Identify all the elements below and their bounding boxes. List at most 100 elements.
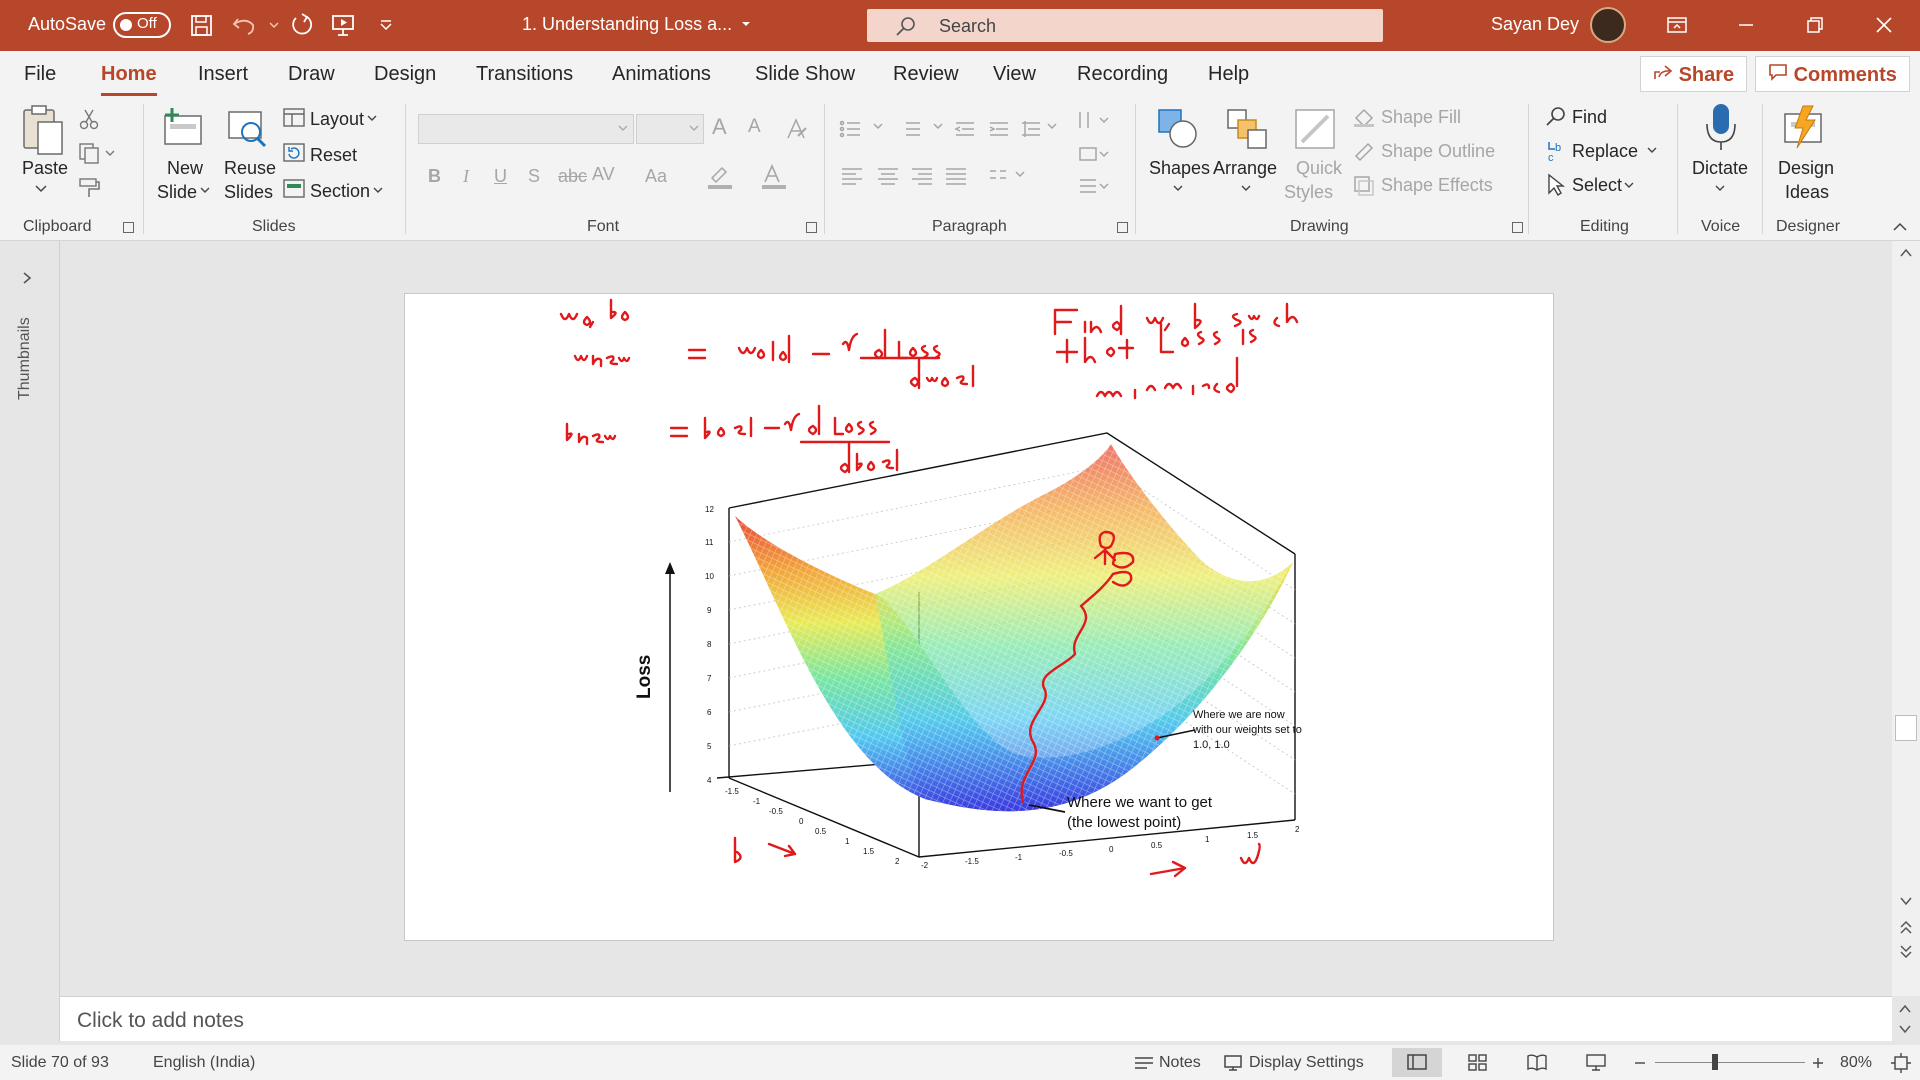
chevron-down-icon[interactable]: [34, 184, 48, 194]
font-color-icon[interactable]: [760, 164, 790, 190]
normal-view-icon[interactable]: [1406, 1053, 1428, 1071]
save-icon[interactable]: [183, 7, 219, 43]
reset-label[interactable]: Reset: [310, 145, 357, 166]
font-name-box[interactable]: [418, 114, 634, 144]
redo-icon[interactable]: [282, 7, 318, 43]
zoom-slider-track[interactable]: [1655, 1062, 1805, 1063]
find-label[interactable]: Find: [1572, 107, 1607, 128]
ribbon-display-options-icon[interactable]: [1659, 7, 1695, 43]
search-box[interactable]: Search: [867, 9, 1383, 42]
tab-review[interactable]: Review: [893, 63, 959, 86]
quick-styles-label-1[interactable]: Quick: [1296, 158, 1342, 179]
restore-icon[interactable]: [1797, 7, 1833, 43]
slide-canvas[interactable]: Loss 12 11 10 9 8 7 6 5 4 -2 -1.5 -1 -0.…: [404, 293, 1554, 941]
italic-button[interactable]: I: [463, 166, 469, 187]
undo-icon[interactable]: [226, 7, 262, 43]
design-ideas-icon[interactable]: [1781, 104, 1829, 152]
scroll-up-icon[interactable]: [1899, 247, 1913, 259]
avatar[interactable]: [1590, 7, 1626, 43]
notes-placeholder[interactable]: Click to add notes: [77, 1009, 244, 1033]
shapes-label[interactable]: Shapes: [1149, 158, 1210, 179]
layout-label[interactable]: Layout: [310, 109, 364, 130]
shrink-font-button[interactable]: A: [748, 116, 761, 138]
change-case-button[interactable]: Aa: [645, 166, 667, 187]
select-label[interactable]: Select: [1572, 175, 1622, 196]
shape-fill-icon[interactable]: [1352, 106, 1376, 128]
reuse-slides-label-2[interactable]: Slides: [224, 182, 273, 203]
shape-outline-icon[interactable]: [1352, 140, 1376, 162]
microphone-icon[interactable]: [1701, 102, 1741, 154]
tab-slide-show[interactable]: Slide Show: [755, 63, 855, 86]
slide-sorter-icon[interactable]: [1467, 1053, 1489, 1071]
shape-effects-label[interactable]: Shape Effects: [1381, 175, 1493, 196]
dictate-label[interactable]: Dictate: [1692, 158, 1748, 179]
replace-icon[interactable]: bc: [1545, 139, 1569, 163]
notes-pane[interactable]: Click to add notes: [60, 996, 1911, 1041]
display-settings-button[interactable]: Display Settings: [1249, 1054, 1364, 1072]
arrange-icon[interactable]: [1224, 106, 1270, 152]
customize-toolbar-icon[interactable]: [368, 7, 404, 43]
minimize-icon[interactable]: [1728, 7, 1764, 43]
tab-animations[interactable]: Animations: [612, 63, 711, 86]
tab-insert[interactable]: Insert: [198, 63, 248, 86]
document-title[interactable]: 1. Understanding Loss a...: [522, 14, 732, 35]
replace-label[interactable]: Replace: [1572, 141, 1638, 162]
title-dropdown-icon[interactable]: [728, 8, 764, 44]
quick-styles-icon[interactable]: [1292, 106, 1338, 152]
arrange-label[interactable]: Arrange: [1213, 158, 1277, 179]
drawing-launcher[interactable]: [1512, 222, 1523, 233]
shadow-button[interactable]: S: [528, 166, 540, 187]
clear-formatting-icon[interactable]: [784, 116, 810, 142]
tab-recording[interactable]: Recording: [1077, 63, 1168, 86]
reuse-slides-label-1[interactable]: Reuse: [224, 158, 276, 179]
design-ideas-label-1[interactable]: Design: [1778, 158, 1834, 179]
fit-to-window-icon[interactable]: [1890, 1052, 1912, 1074]
close-icon[interactable]: [1866, 7, 1902, 43]
shape-effects-icon[interactable]: [1352, 174, 1376, 196]
notes-toggle[interactable]: Notes: [1159, 1054, 1201, 1072]
chevron-down-icon[interactable]: [1240, 184, 1252, 194]
bold-button[interactable]: B: [428, 166, 441, 187]
quick-styles-label-2[interactable]: Styles: [1284, 182, 1333, 203]
chevron-down-icon[interactable]: [617, 124, 629, 134]
language-indicator[interactable]: English (India): [153, 1054, 255, 1072]
share-button[interactable]: Share: [1640, 56, 1748, 92]
tab-design[interactable]: Design: [374, 63, 436, 86]
display-settings-icon[interactable]: [1223, 1054, 1245, 1072]
tab-view[interactable]: View: [993, 63, 1036, 86]
clipboard-launcher[interactable]: [123, 222, 134, 233]
reuse-slides-icon[interactable]: [225, 106, 271, 150]
chevron-down-icon[interactable]: [372, 186, 384, 196]
paste-icon[interactable]: [20, 104, 66, 160]
comments-button[interactable]: Comments: [1755, 56, 1910, 92]
vertical-scrollbar[interactable]: [1892, 241, 1920, 996]
chevron-down-icon[interactable]: [199, 186, 211, 196]
new-slide-label-1[interactable]: New: [167, 158, 203, 179]
chevron-down-icon[interactable]: [1714, 184, 1726, 194]
reading-view-icon[interactable]: [1526, 1053, 1548, 1071]
find-icon[interactable]: [1545, 106, 1567, 128]
new-slide-icon[interactable]: [160, 106, 206, 150]
paste-label[interactable]: Paste: [22, 158, 68, 179]
new-slide-label-2[interactable]: Slide: [157, 182, 197, 203]
expand-thumbnails-icon[interactable]: [20, 271, 34, 285]
copy-icon[interactable]: [78, 142, 116, 164]
shape-outline-label[interactable]: Shape Outline: [1381, 141, 1495, 162]
notes-icon[interactable]: [1133, 1054, 1155, 1072]
zoom-out-icon[interactable]: [1633, 1056, 1647, 1070]
shape-fill-label[interactable]: Shape Fill: [1381, 107, 1461, 128]
design-ideas-label-2[interactable]: Ideas: [1785, 182, 1829, 203]
chevron-down-icon[interactable]: [1646, 146, 1658, 156]
paragraph-launcher[interactable]: [1117, 222, 1128, 233]
chevron-down-icon[interactable]: [1623, 181, 1635, 191]
chevron-down-icon[interactable]: [366, 114, 378, 124]
tab-transitions[interactable]: Transitions: [476, 63, 573, 86]
alignment-icons[interactable]: [840, 166, 1060, 186]
user-name[interactable]: Sayan Dey: [1491, 14, 1579, 35]
tab-file[interactable]: File: [24, 63, 56, 86]
tab-draw[interactable]: Draw: [288, 63, 335, 86]
shapes-icon[interactable]: [1155, 106, 1201, 152]
thumbnails-label[interactable]: Thumbnails: [16, 317, 34, 400]
cut-icon[interactable]: [78, 108, 100, 130]
previous-slide-icon[interactable]: [1899, 919, 1913, 935]
